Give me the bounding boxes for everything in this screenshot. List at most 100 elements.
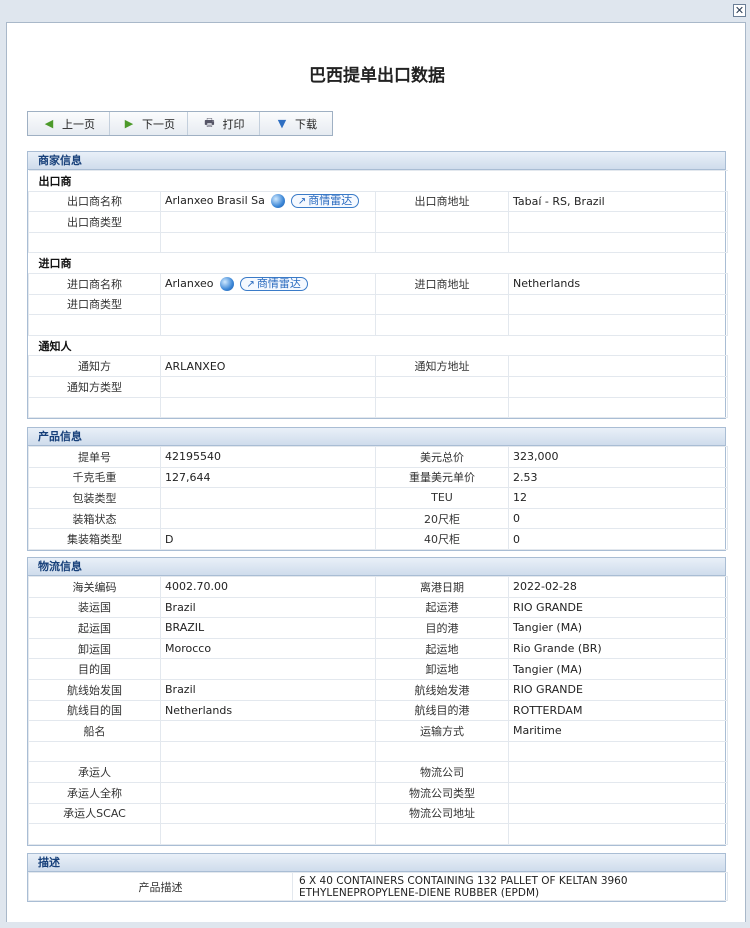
exporter-radar-button[interactable]: ↗ 商情雷达 bbox=[290, 194, 360, 209]
logistics-section: 物流信息 海关编码 4002.70.00 离港日期 2022-02-28 装运国 Braz… bbox=[27, 557, 728, 846]
merchant-table: 出口商 出口商名称 Arlanxeo Brasil Sa ↗ 商情雷达 出口商地址 … bbox=[28, 170, 728, 419]
exporter-type bbox=[160, 211, 376, 233]
field-label: 承运人SCAC bbox=[28, 802, 161, 825]
next-page-label: 下一页 bbox=[142, 117, 175, 131]
description-section: 描述 产品描述 6 X 40 CONTAINERS CONTAINING 132… bbox=[27, 853, 728, 902]
notify-type bbox=[160, 375, 376, 398]
prev-page-button[interactable]: ◀ 上一页 bbox=[28, 112, 110, 135]
field-value: Tangier (MA) bbox=[508, 617, 728, 639]
field-value: 2.53 bbox=[508, 466, 728, 489]
table-row: 目的国 卸运地 Tangier (MA) bbox=[28, 658, 728, 680]
field-label: 航线始发国 bbox=[28, 678, 161, 701]
field-label: 航线目的国 bbox=[28, 699, 161, 722]
field-value: Netherlands bbox=[160, 699, 376, 722]
field-label: 物流公司地址 bbox=[375, 802, 509, 825]
notify-group-title: 通知人 bbox=[28, 334, 728, 357]
field-label: 起运地 bbox=[375, 637, 509, 660]
exporter-name-cell: Arlanxeo Brasil Sa ↗ 商情雷达 bbox=[160, 190, 376, 213]
radar-icon: ↗ bbox=[246, 278, 255, 290]
next-page-button[interactable]: ▶ 下一页 bbox=[110, 112, 188, 135]
product-description-value: 6 X 40 CONTAINERS CONTAINING 132 PALLET … bbox=[292, 872, 728, 901]
dialog-content: 巴西提单出口数据 ◀ 上一页 ▶ 下一页 🖶 打印 ▼ 下载 商家信息 出口商 … bbox=[6, 22, 746, 926]
field-value bbox=[160, 802, 376, 825]
table-row: 装运国 Brazil 起运港 RIO GRANDE bbox=[28, 596, 728, 619]
table-row: 航线目的国 Netherlands 航线目的港 ROTTERDAM bbox=[28, 699, 728, 722]
table-row: 承运人全称 物流公司类型 bbox=[28, 781, 728, 804]
field-label: 航线目的港 bbox=[375, 699, 509, 722]
description-table: 产品描述 6 X 40 CONTAINERS CONTAINING 132 PA… bbox=[28, 872, 728, 901]
product-description-label: 产品描述 bbox=[28, 872, 293, 901]
table-row: 包装类型 TEU 12 bbox=[28, 487, 728, 509]
field-label: 起运港 bbox=[375, 596, 509, 619]
notify-addr-label: 通知方地址 bbox=[375, 355, 509, 377]
field-label bbox=[28, 740, 161, 763]
printer-icon: 🖶 bbox=[204, 116, 215, 129]
empty-cell bbox=[375, 231, 509, 254]
importer-name-cell: Arlanxeo ↗ 商情雷达 bbox=[160, 272, 376, 295]
empty-cell bbox=[508, 293, 728, 316]
globe-icon[interactable] bbox=[270, 194, 285, 209]
field-label: 承运人全称 bbox=[28, 781, 161, 804]
field-value bbox=[160, 507, 376, 530]
importer-radar-button[interactable]: ↗ 商情雷达 bbox=[239, 276, 308, 291]
exporter-addr-label: 出口商地址 bbox=[375, 190, 509, 213]
field-value: Tangier (MA) bbox=[508, 658, 728, 680]
arrow-left-icon: ◀ bbox=[44, 117, 54, 130]
download-label: 下载 bbox=[295, 117, 317, 131]
field-value: 2022-02-28 bbox=[508, 576, 728, 598]
field-value: Brazil bbox=[160, 678, 376, 701]
close-icon[interactable]: ✕ bbox=[733, 4, 746, 17]
arrow-right-icon: ▶ bbox=[124, 117, 134, 130]
logistics-table: 海关编码 4002.70.00 离港日期 2022-02-28 装运国 Brazil 起运港… bbox=[28, 576, 728, 845]
field-label: 物流公司类型 bbox=[375, 781, 509, 804]
importer-type bbox=[160, 293, 376, 316]
download-icon: ▼ bbox=[277, 117, 287, 130]
field-label: 离港日期 bbox=[375, 576, 509, 598]
field-value: BRAZIL bbox=[160, 617, 376, 639]
product-table: 提单号 42195540 美元总价 323,000 千克毛重 127,644 重量美元单价 2… bbox=[28, 446, 728, 550]
field-label: 装运国 bbox=[28, 596, 161, 619]
dialog-window: ✕ 巴西提单出口数据 ◀ 上一页 ▶ 下一页 🖶 打印 ▼ 下载 商家信息 出口… bbox=[0, 0, 750, 928]
field-label: 海关编码 bbox=[28, 576, 161, 598]
print-button[interactable]: 🖶 打印 bbox=[188, 112, 260, 135]
empty-cell bbox=[375, 211, 509, 233]
field-value bbox=[508, 740, 728, 763]
empty-cell bbox=[375, 375, 509, 398]
field-value bbox=[160, 740, 376, 763]
radar-label: 商情雷达 bbox=[308, 194, 353, 208]
field-label: 船名 bbox=[28, 720, 161, 742]
field-label: 目的港 bbox=[375, 617, 509, 639]
empty-cell bbox=[508, 375, 728, 398]
merchant-section: 商家信息 出口商 出口商名称 Arlanxeo Brasil Sa ↗ 商情雷达 出… bbox=[27, 151, 728, 420]
product-section: 产品信息 提单号 42195540 美元总价 323,000 千克毛重 127,644 重量… bbox=[27, 427, 728, 551]
field-label: 20尺柜 bbox=[375, 507, 509, 530]
toolbar: ◀ 上一页 ▶ 下一页 🖶 打印 ▼ 下载 bbox=[27, 111, 333, 136]
table-row bbox=[28, 740, 728, 763]
importer-name-label: 进口商名称 bbox=[28, 272, 161, 295]
empty-cell bbox=[508, 211, 728, 233]
globe-icon[interactable] bbox=[219, 276, 234, 291]
field-value: Rio Grande (BR) bbox=[508, 637, 728, 660]
field-label: 装箱状态 bbox=[28, 507, 161, 530]
download-button[interactable]: ▼ 下载 bbox=[260, 112, 332, 135]
field-label: 重量美元单价 bbox=[375, 466, 509, 489]
field-label: 承运人 bbox=[28, 761, 161, 783]
empty-cell bbox=[508, 231, 728, 254]
field-label: 运输方式 bbox=[375, 720, 509, 742]
field-label: 40尺柜 bbox=[375, 528, 509, 550]
importer-group-title: 进口商 bbox=[28, 252, 728, 274]
product-section-header: 产品信息 bbox=[28, 428, 725, 446]
exporter-name-label: 出口商名称 bbox=[28, 190, 161, 213]
merchant-section-header: 商家信息 bbox=[28, 152, 725, 170]
field-value: D bbox=[160, 528, 376, 550]
empty-cell bbox=[28, 396, 161, 419]
notify-name-label: 通知方 bbox=[28, 355, 161, 377]
field-label: 集装箱类型 bbox=[28, 528, 161, 550]
field-value: 12 bbox=[508, 487, 728, 509]
field-label: 千克毛重 bbox=[28, 466, 161, 489]
radar-label: 商情雷达 bbox=[256, 276, 301, 290]
empty-cell bbox=[508, 314, 728, 336]
field-value: Maritime bbox=[508, 720, 728, 742]
field-value bbox=[160, 781, 376, 804]
table-row: 承运人 物流公司 bbox=[28, 761, 728, 783]
